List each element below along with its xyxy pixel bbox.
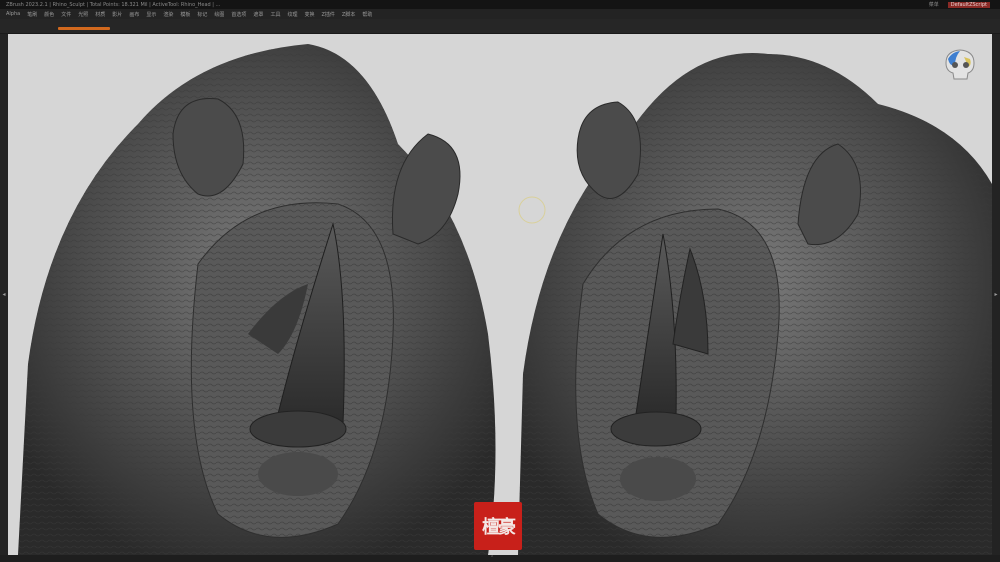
- rhino-sculpt-right[interactable]: [518, 53, 992, 555]
- menu-item[interactable]: 纹理: [284, 11, 301, 18]
- menu-item[interactable]: 帮助: [359, 11, 376, 18]
- menu-item[interactable]: 光照: [75, 11, 92, 18]
- right-tray: ▸: [992, 34, 1000, 555]
- document-canvas[interactable]: [8, 34, 992, 555]
- menu-item[interactable]: 首选项: [228, 11, 250, 18]
- title-bar: ZBrush 2023.2.1 | Rhino_Sculpt | Total P…: [0, 0, 1000, 9]
- active-tab-indicator[interactable]: [58, 27, 110, 30]
- main-menu: Alpha 笔刷 颜色 文件 光照 材质 影片 画布 显示 渲染 模板 标记 绘…: [0, 9, 1000, 19]
- default-zscript-button[interactable]: DefaultZScript: [947, 1, 990, 8]
- skull-icon[interactable]: [940, 45, 980, 85]
- left-tray: ◂: [0, 34, 8, 555]
- title-bar-actions: 菜单 DefaultZScript: [926, 1, 1000, 8]
- tab-strip: [0, 19, 1000, 34]
- menu-item[interactable]: 工具: [267, 11, 284, 18]
- menu-item[interactable]: 画布: [126, 11, 143, 18]
- sculpt-viewport[interactable]: [8, 34, 992, 555]
- menu-item[interactable]: Alpha: [0, 11, 24, 17]
- menu-item[interactable]: 标记: [194, 11, 211, 18]
- menu-item[interactable]: 绘图: [211, 11, 228, 18]
- brush-cursor: [518, 196, 546, 224]
- chevron-up-icon[interactable]: ⌃: [490, 555, 494, 561]
- menu-item[interactable]: 渲染: [160, 11, 177, 18]
- menu-item[interactable]: 颜色: [41, 11, 58, 18]
- menu-toggle-button[interactable]: 菜单: [926, 1, 942, 8]
- menu-item[interactable]: 模板: [177, 11, 194, 18]
- chevron-right-icon[interactable]: ▸: [992, 279, 1000, 309]
- menu-item[interactable]: 文件: [58, 11, 75, 18]
- menu-item[interactable]: Z插件: [318, 11, 338, 18]
- menu-item[interactable]: 笔刷: [24, 11, 41, 18]
- menu-item[interactable]: 材质: [92, 11, 109, 18]
- rhino-sculpt-left[interactable]: [18, 44, 496, 555]
- window-title: ZBrush 2023.2.1 | Rhino_Sculpt | Total P…: [6, 1, 221, 8]
- menu-item[interactable]: 变换: [301, 11, 318, 18]
- menu-item[interactable]: 显示: [143, 11, 160, 18]
- menu-item[interactable]: 遮罩: [250, 11, 267, 18]
- chevron-left-icon[interactable]: ◂: [0, 279, 8, 309]
- menu-item[interactable]: Z脚本: [338, 11, 358, 18]
- artist-seal: 檀豪: [474, 502, 522, 550]
- menu-item[interactable]: 影片: [109, 11, 126, 18]
- bottom-tray: ⌃: [0, 555, 1000, 562]
